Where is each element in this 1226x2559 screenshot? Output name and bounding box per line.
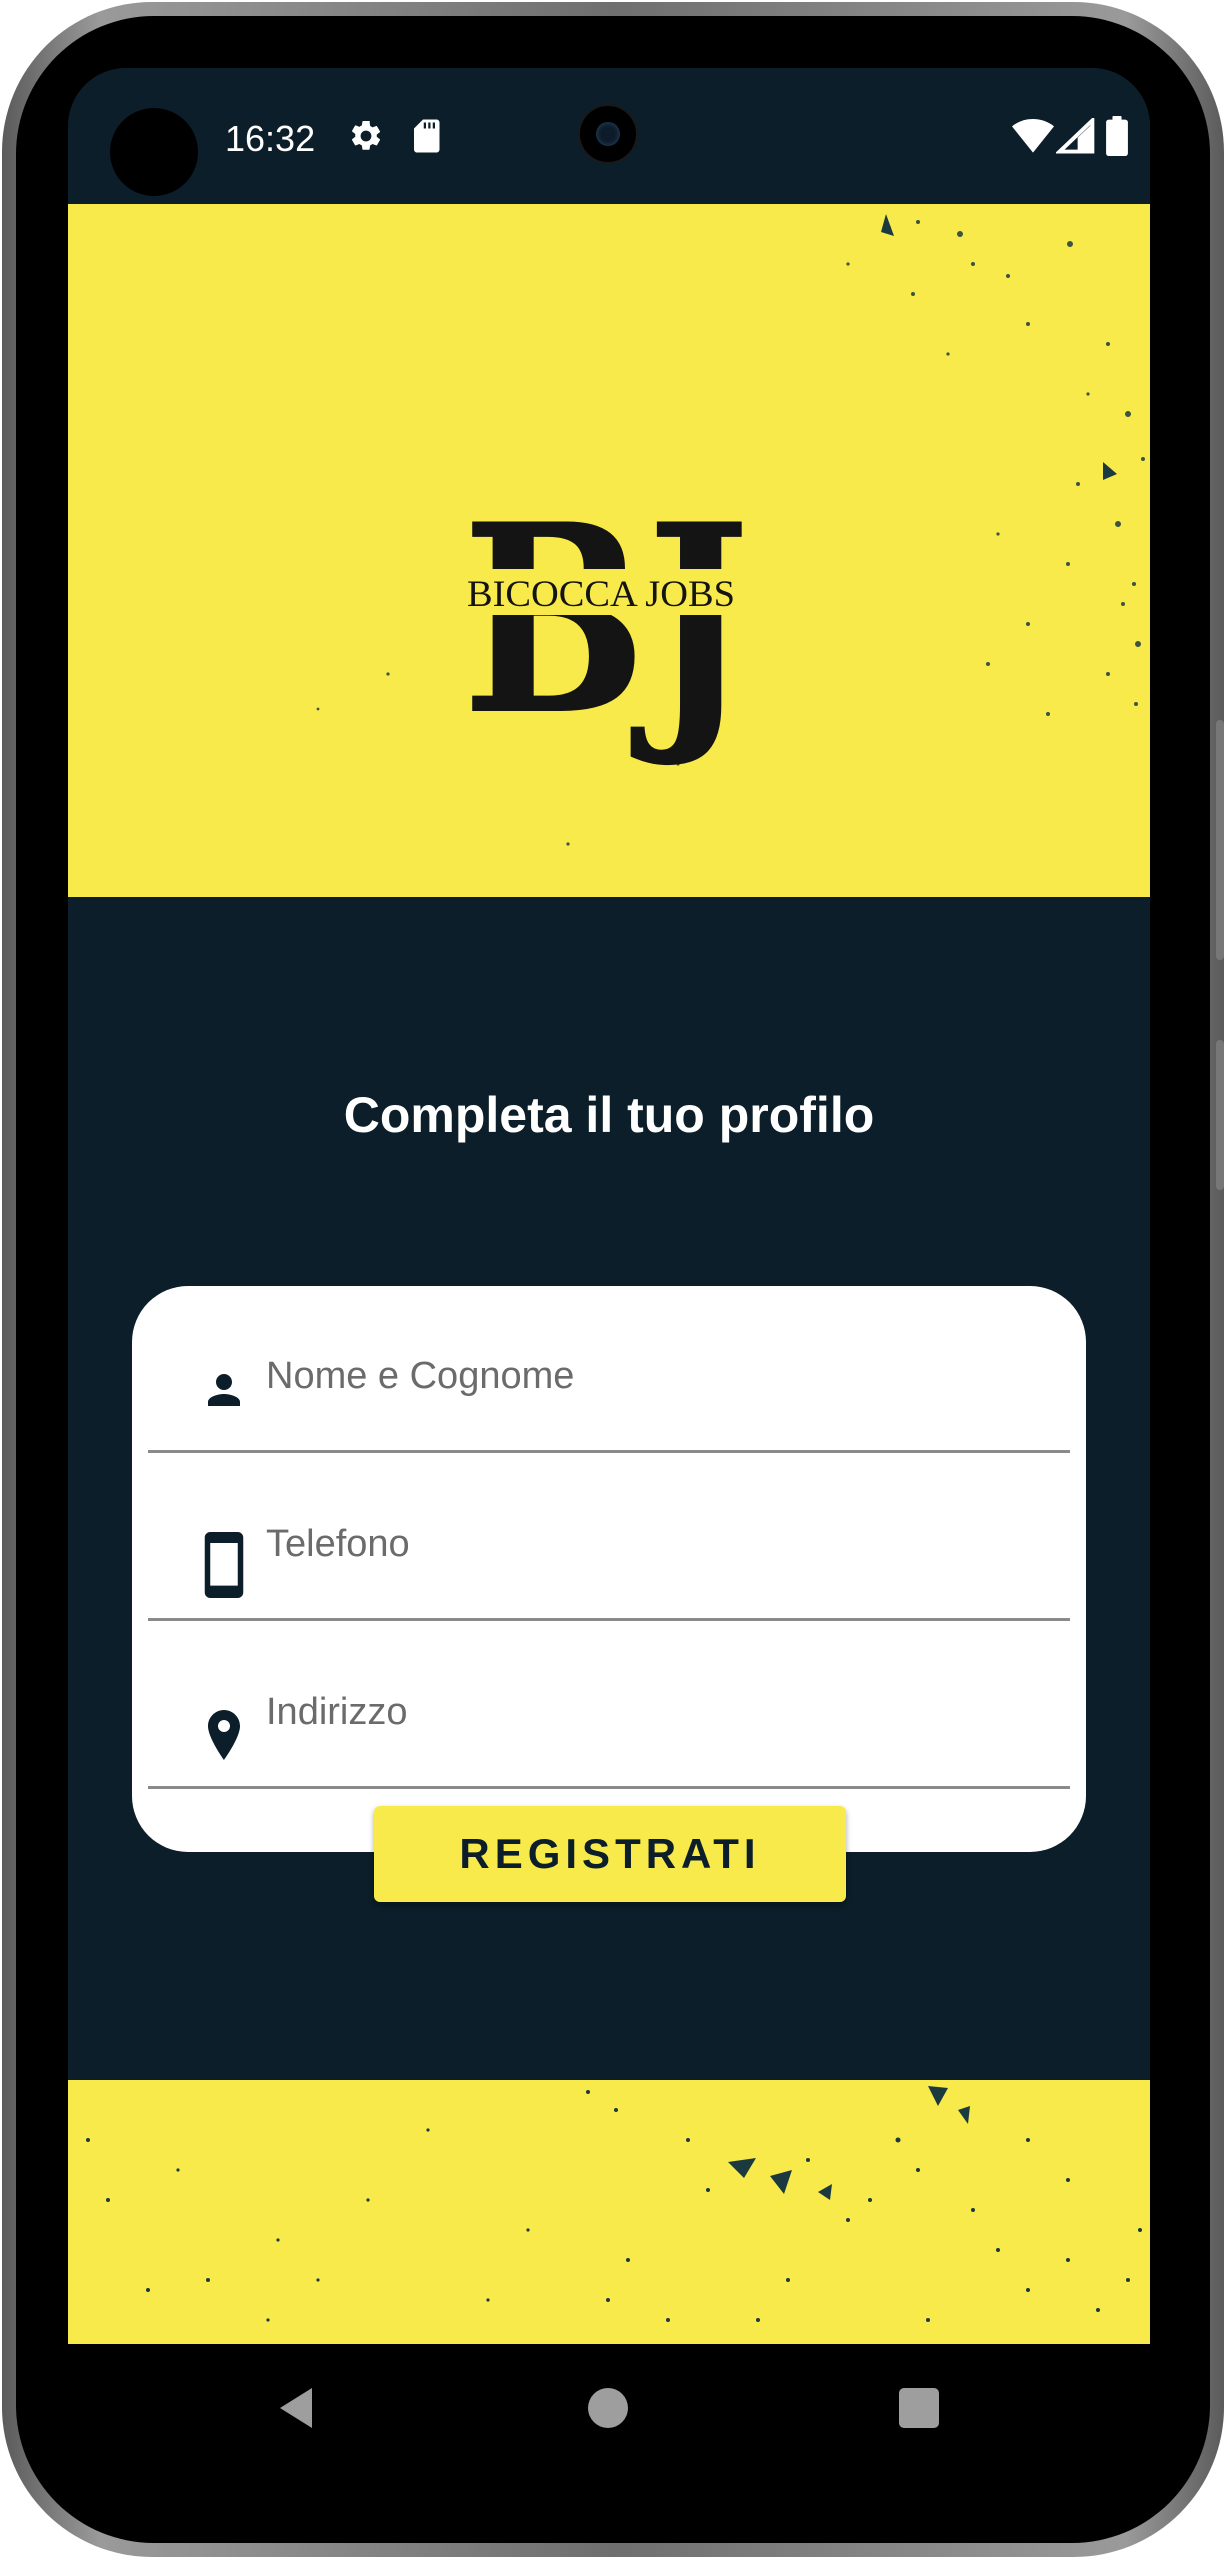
status-bar: 16:32 — [68, 68, 1150, 204]
app-screen: 16:32 BJ BICOCCA JOBS Completa il tuo pr… — [68, 68, 1150, 2344]
register-button[interactable]: REGISTRATI — [374, 1806, 846, 1902]
front-camera — [110, 108, 198, 196]
bicocca-jobs-logo: BJ BICOCCA JOBS — [462, 474, 750, 773]
power-button — [1216, 1040, 1224, 1190]
address-underline — [148, 1786, 1070, 1789]
header-banner: BJ BICOCCA JOBS — [68, 204, 1150, 897]
footer-banner — [68, 2080, 1150, 2344]
home-icon[interactable] — [588, 2388, 628, 2428]
back-icon[interactable] — [276, 2384, 316, 2432]
recents-icon[interactable] — [899, 2388, 939, 2428]
address-field[interactable] — [148, 1622, 1070, 1790]
profile-form-card — [132, 1286, 1086, 1852]
svg-text:BJ: BJ — [462, 474, 750, 773]
volume-button — [1216, 720, 1224, 960]
footer-speckle-texture — [86, 2086, 1142, 2322]
address-input[interactable] — [266, 1682, 1046, 1742]
name-input[interactable] — [266, 1346, 1046, 1406]
location-pin-icon — [208, 1710, 240, 1760]
smartphone-icon — [204, 1532, 244, 1598]
name-underline — [148, 1450, 1070, 1453]
punch-hole-camera — [578, 104, 638, 164]
name-field[interactable] — [148, 1286, 1070, 1454]
page-title: Completa il tuo profilo — [343, 1087, 875, 1143]
logo-wordmark: BICOCCA JOBS — [467, 574, 735, 615]
sd-card-icon — [414, 119, 440, 153]
phone-field[interactable] — [148, 1454, 1070, 1622]
person-icon — [208, 1374, 240, 1406]
wifi-icon — [1012, 119, 1054, 153]
phone-input[interactable] — [266, 1514, 1046, 1574]
navigation-bar — [68, 2344, 1150, 2474]
phone-underline — [148, 1618, 1070, 1621]
gear-icon — [351, 120, 381, 150]
battery-icon — [1106, 116, 1128, 156]
signal-icon — [1056, 118, 1095, 154]
status-time: 16:32 — [225, 118, 316, 159]
